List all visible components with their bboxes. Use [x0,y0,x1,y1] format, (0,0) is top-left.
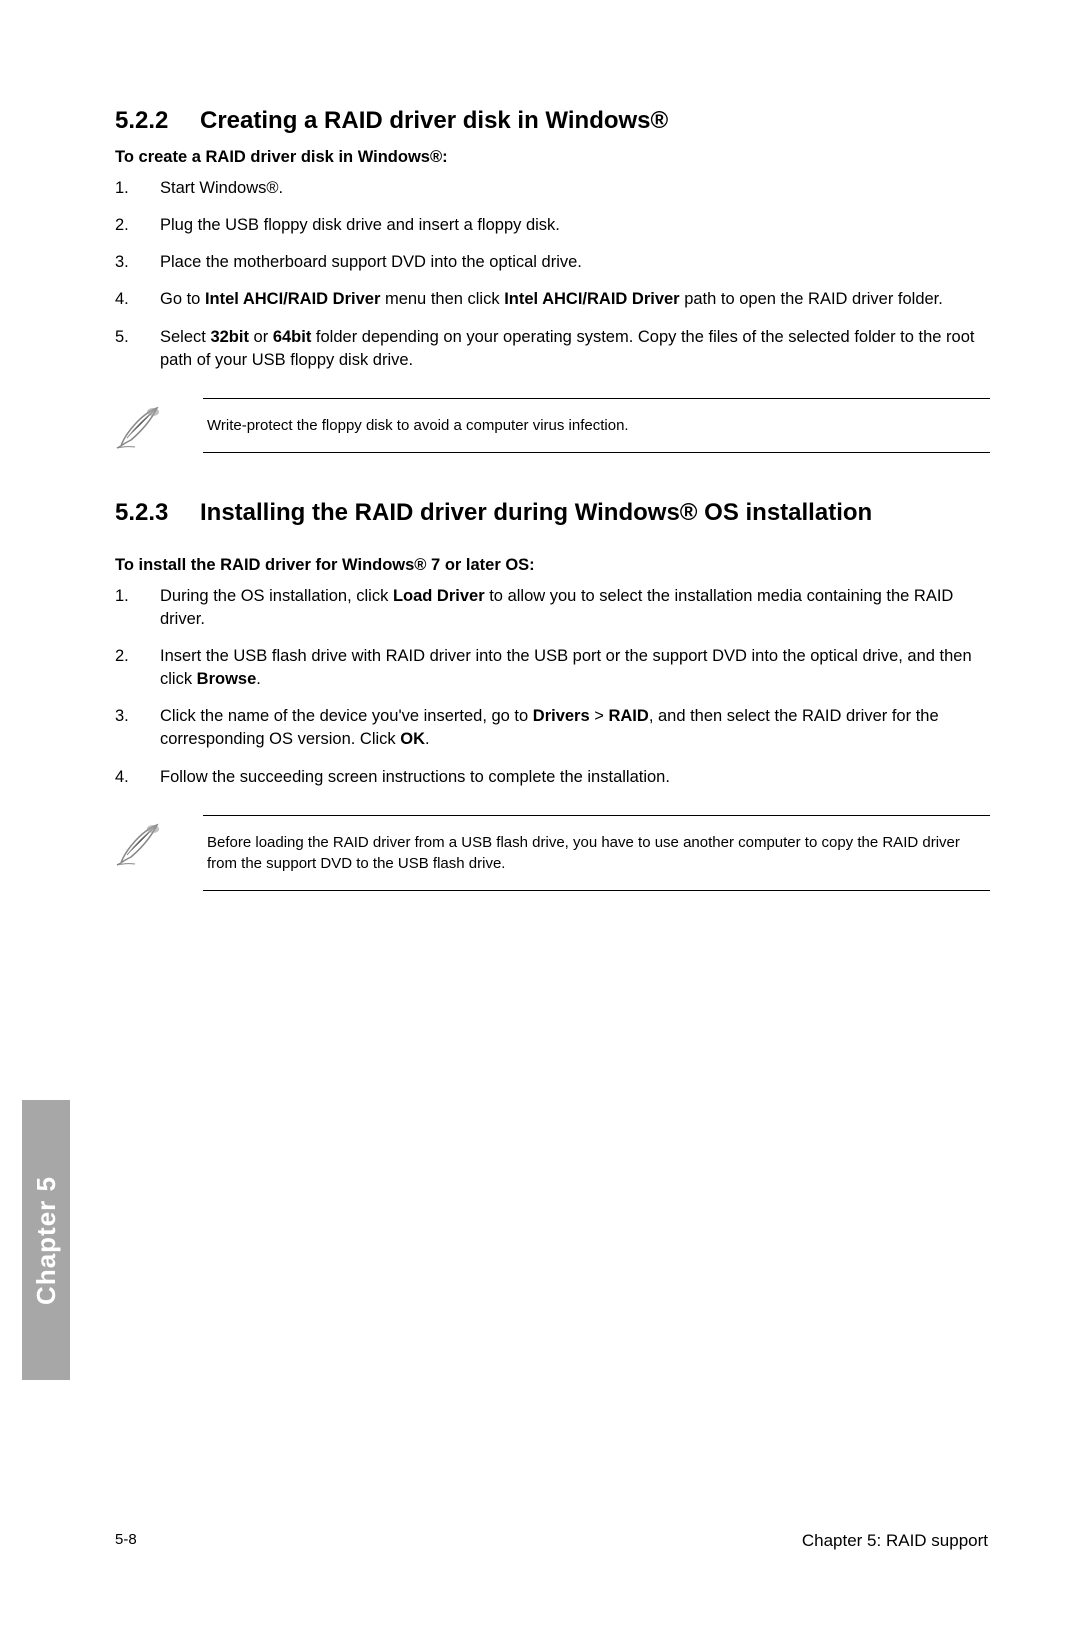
list-item: 2. Plug the USB floppy disk drive and in… [115,214,990,237]
page-footer: 5-8 Chapter 5: RAID support [0,1531,1080,1551]
section-number: 5.2.3 [115,497,200,528]
note-block-522: Write-protect the floppy disk to avoid a… [115,398,990,457]
footer-chapter-title: Chapter 5: RAID support [802,1531,988,1551]
list-item: 3. Place the motherboard support DVD int… [115,251,990,274]
instruction-list-523: 1. During the OS installation, click Loa… [115,585,990,789]
list-item: 5. Select 32bit or 64bit folder dependin… [115,326,990,372]
section-title: Installing the RAID driver during Window… [200,497,990,528]
chapter-tab-label: Chapter 5 [31,1176,62,1305]
list-item: 3. Click the name of the device you've i… [115,705,990,751]
section-number: 5.2.2 [115,105,200,136]
chapter-tab: Chapter 5 [22,1100,70,1380]
section-523-intro: To install the RAID driver for Windows® … [115,556,990,575]
section-523-heading: 5.2.3 Installing the RAID driver during … [115,497,990,528]
instruction-list-522: 1. Start Windows®. 2. Plug the USB flopp… [115,177,990,372]
section-522-intro: To create a RAID driver disk in Windows®… [115,148,990,167]
section-title: Creating a RAID driver disk in Windows® [200,105,990,136]
quill-icon [115,815,165,874]
note-text: Before loading the RAID driver from a US… [203,815,990,891]
list-item: 4. Follow the succeeding screen instruct… [115,766,990,789]
list-item: 4. Go to Intel AHCI/RAID Driver menu the… [115,288,990,311]
page-number: 5-8 [115,1531,137,1551]
list-item: 1. Start Windows®. [115,177,990,200]
section-522-heading: 5.2.2 Creating a RAID driver disk in Win… [115,105,990,136]
note-block-523: Before loading the RAID driver from a US… [115,815,990,891]
list-item: 2. Insert the USB flash drive with RAID … [115,645,990,691]
quill-icon [115,398,165,457]
list-item: 1. During the OS installation, click Loa… [115,585,990,631]
page-content: 5.2.2 Creating a RAID driver disk in Win… [0,0,1080,891]
note-text: Write-protect the floppy disk to avoid a… [203,398,990,453]
